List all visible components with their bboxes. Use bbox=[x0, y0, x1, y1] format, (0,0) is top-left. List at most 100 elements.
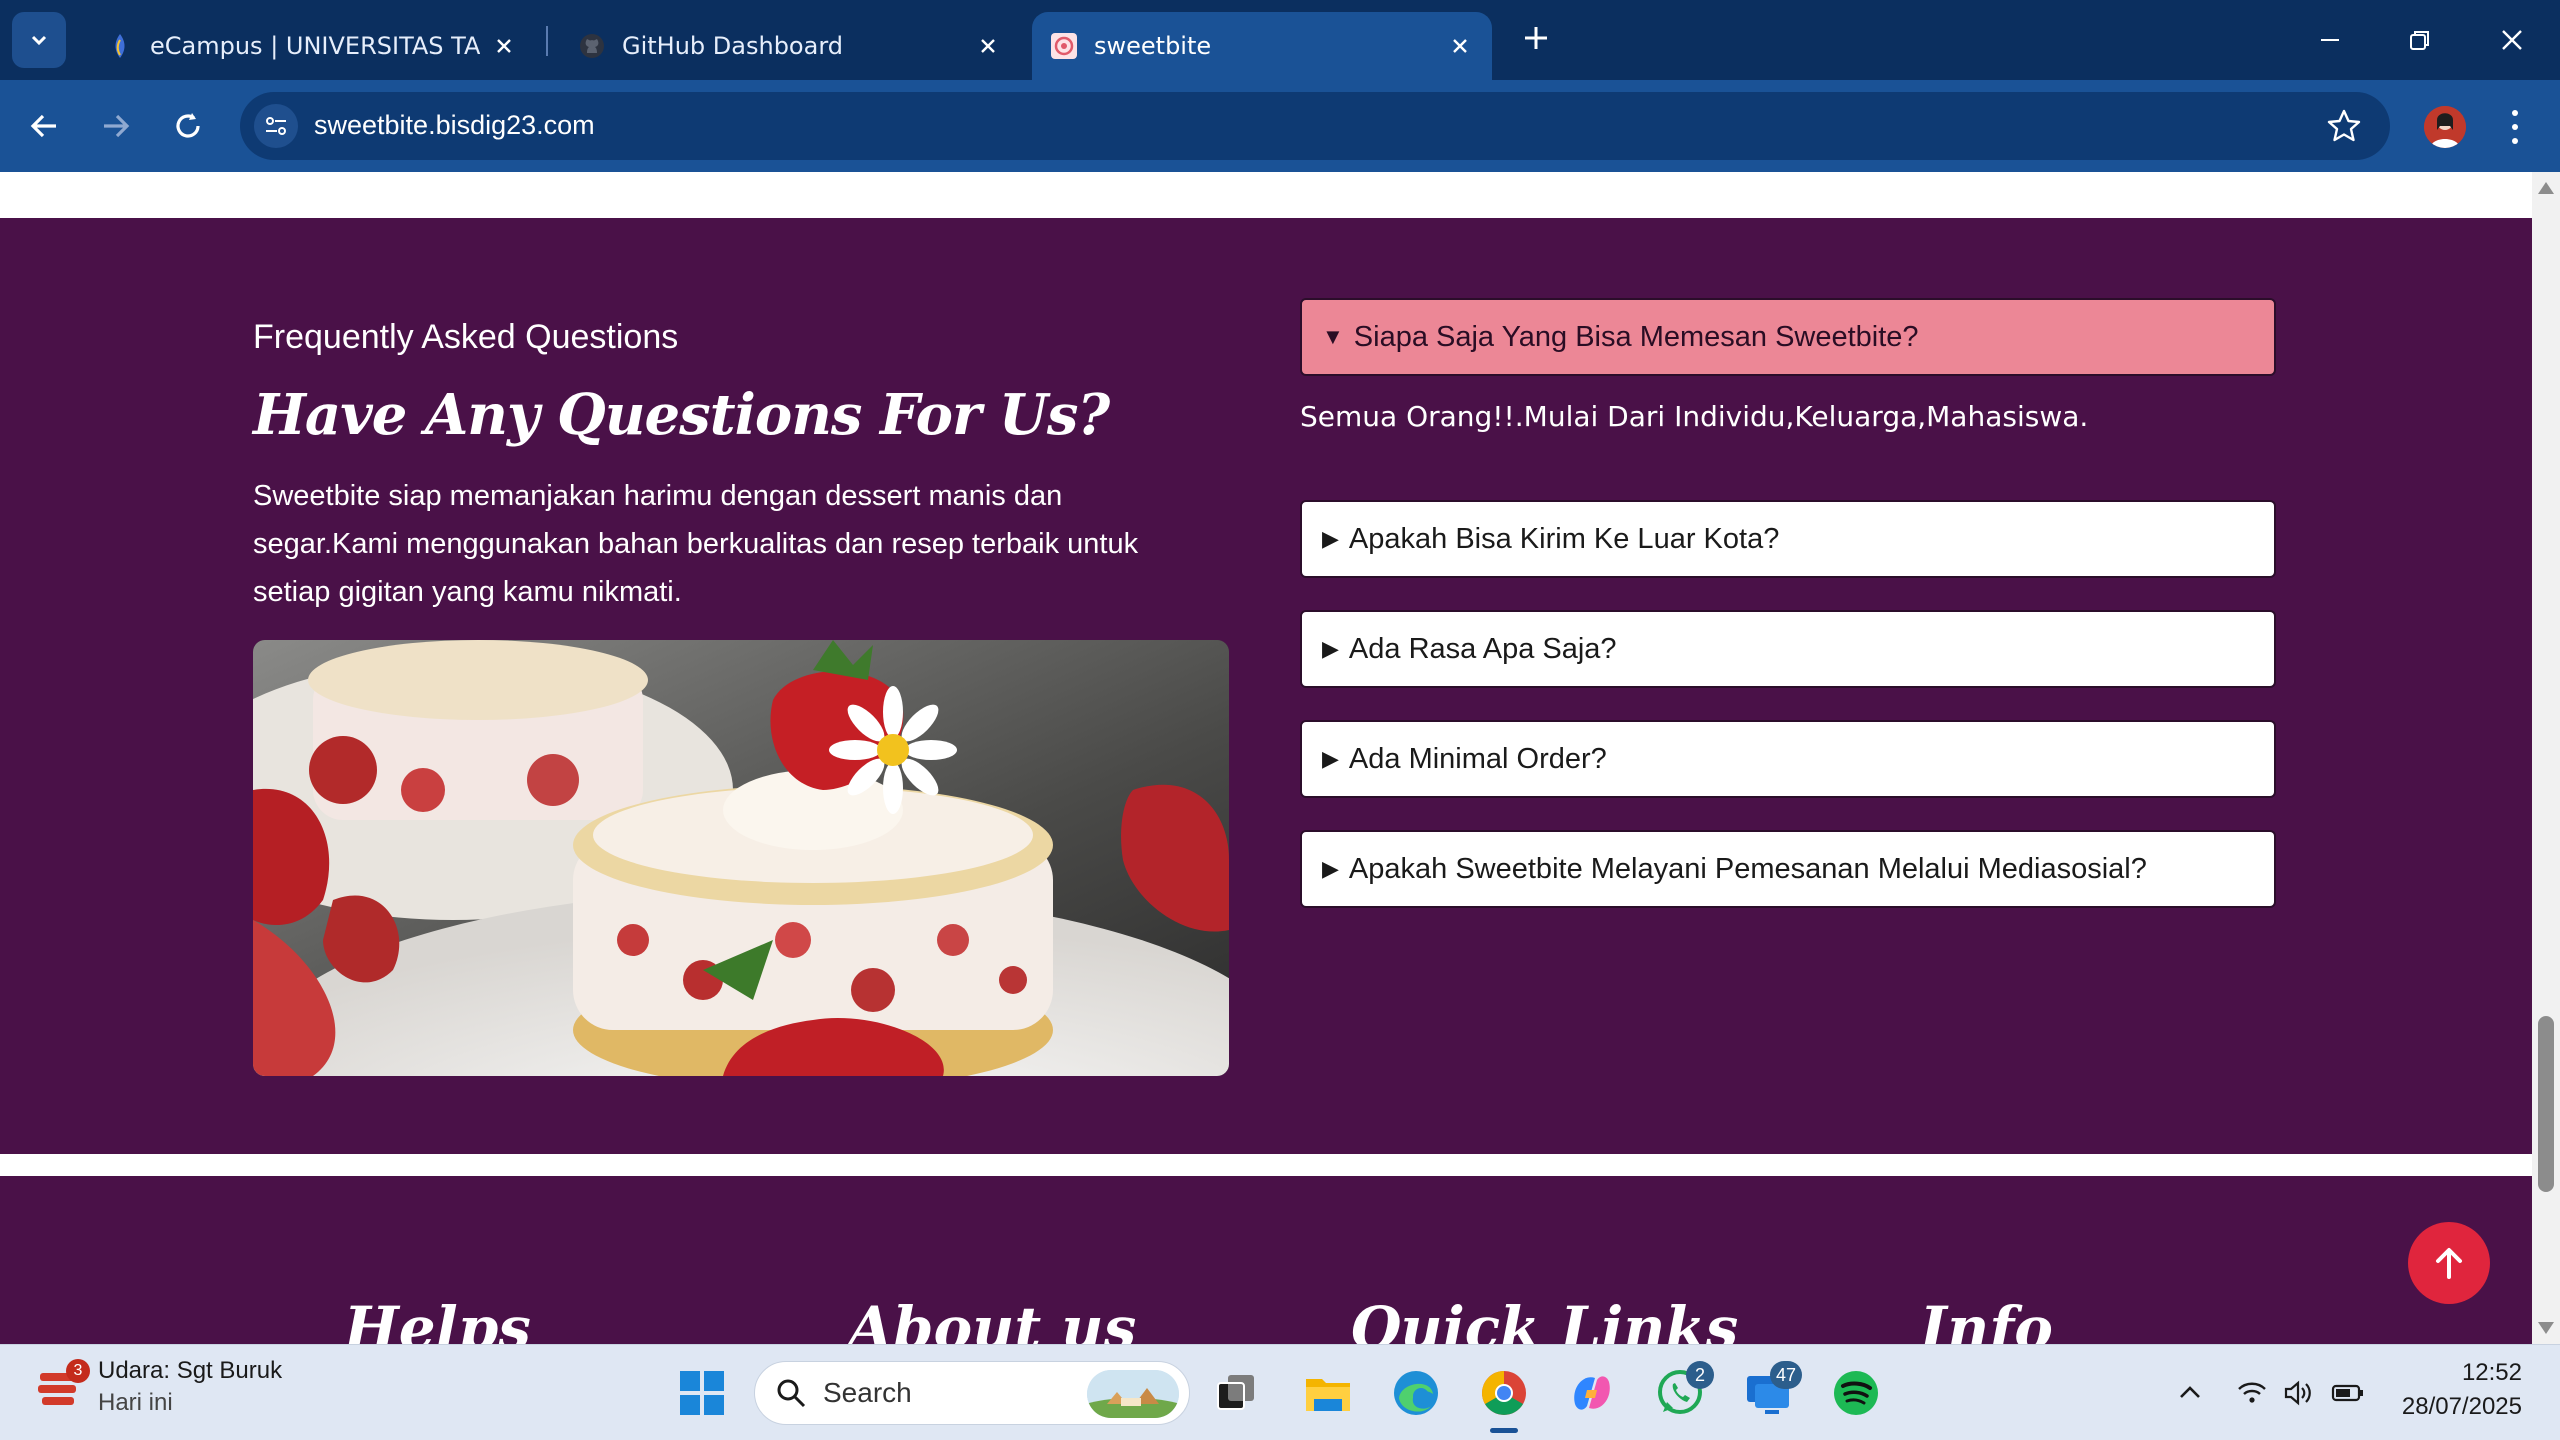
scroll-down-icon[interactable] bbox=[2538, 1322, 2554, 1334]
page-viewport: Frequently Asked Questions Have Any Ques… bbox=[0, 172, 2532, 1344]
search-highlight-image bbox=[1087, 1370, 1179, 1418]
url-text[interactable]: sweetbite.bisdig23.com bbox=[314, 110, 595, 141]
caret-right-icon: ▶ bbox=[1322, 636, 1339, 661]
faq-description: Sweetbite siap memanjakan harimu dengan … bbox=[253, 480, 1139, 608]
footer-heading-about: About us bbox=[848, 1294, 1137, 1344]
clock-time: 12:52 bbox=[2461, 1359, 2522, 1386]
back-button[interactable] bbox=[20, 102, 68, 150]
arrow-right-icon bbox=[104, 114, 130, 138]
caret-down-icon: ▼ bbox=[1322, 324, 1344, 349]
dot bbox=[2512, 110, 2518, 116]
wifi-icon bbox=[2238, 1382, 2266, 1403]
faq-item[interactable]: ▼ Siapa Saja Yang Bisa Memesan Sweetbite… bbox=[1300, 298, 2276, 376]
ecampus-favicon-icon bbox=[115, 34, 125, 58]
active-app-indicator bbox=[1490, 1428, 1518, 1433]
faq-heading: Have Any Questions For Us? bbox=[253, 382, 1110, 448]
restore-button[interactable] bbox=[2392, 14, 2448, 66]
section-divider bbox=[0, 1154, 2532, 1176]
speaker-icon bbox=[2284, 1380, 2311, 1406]
tab-ecampus[interactable]: eCampus | UNIVERSITAS TANGE bbox=[88, 12, 536, 80]
forward-button[interactable] bbox=[92, 102, 140, 150]
page-scrollbar[interactable] bbox=[2532, 172, 2560, 1344]
dessert-photo bbox=[253, 640, 1229, 1076]
faq-question: Ada Rasa Apa Saja? bbox=[1348, 632, 1617, 665]
taskbar-search[interactable]: Search bbox=[754, 1361, 1190, 1425]
browser-menu-button[interactable] bbox=[2500, 106, 2530, 148]
reload-button[interactable] bbox=[164, 102, 212, 150]
battery-button[interactable] bbox=[2320, 1365, 2376, 1421]
faq-item[interactable]: ▶ Ada Minimal Order? bbox=[1300, 720, 2276, 798]
scrollbar-thumb[interactable] bbox=[2538, 1016, 2554, 1192]
avatar-icon bbox=[2424, 106, 2466, 148]
weather-widget[interactable]: 3 Udara: Sgt Buruk Hari ini bbox=[36, 1357, 282, 1417]
sweetbite-favicon-icon bbox=[1051, 33, 1077, 59]
scroll-up-icon[interactable] bbox=[2538, 182, 2554, 194]
caret-right-icon: ▶ bbox=[1322, 746, 1339, 771]
chrome-icon bbox=[1482, 1371, 1526, 1415]
copilot-button[interactable] bbox=[1564, 1365, 1620, 1421]
search-label: Search bbox=[823, 1377, 912, 1408]
profile-avatar[interactable] bbox=[2424, 106, 2466, 148]
dot bbox=[2512, 124, 2518, 130]
section-divider bbox=[0, 172, 2532, 218]
faq-item[interactable]: ▶ Apakah Bisa Kirim Ke Luar Kota? bbox=[1300, 500, 2276, 578]
spotify-button[interactable] bbox=[1828, 1365, 1884, 1421]
close-window-button[interactable] bbox=[2484, 14, 2540, 66]
tab-search-button[interactable] bbox=[12, 12, 66, 68]
tray-overflow-button[interactable] bbox=[2162, 1365, 2218, 1421]
github-icon bbox=[580, 34, 604, 58]
caret-right-icon: ▶ bbox=[1322, 856, 1339, 881]
faq-item[interactable]: ▶ Apakah Sweetbite Melayani Pemesanan Me… bbox=[1300, 830, 2276, 908]
tab-bar: eCampus | UNIVERSITAS TANGE GitHub Dashb… bbox=[0, 0, 2560, 80]
chrome-button[interactable] bbox=[1476, 1365, 1532, 1433]
arrow-left-icon bbox=[30, 114, 56, 138]
arrow-up-icon bbox=[2436, 1248, 2462, 1279]
address-bar[interactable]: sweetbite.bisdig23.com bbox=[240, 92, 2390, 160]
close-icon bbox=[2502, 30, 2522, 50]
browser-toolbar: sweetbite.bisdig23.com bbox=[0, 80, 2560, 172]
footer-heading-quick-links: Quick Links bbox=[1350, 1294, 1739, 1344]
chevron-down-icon bbox=[31, 35, 47, 46]
tab-github[interactable]: GitHub Dashboard bbox=[560, 12, 1020, 80]
clock-date: 28/07/2025 bbox=[2401, 1393, 2522, 1420]
tab-sweetbite[interactable]: sweetbite bbox=[1032, 12, 1492, 80]
whatsapp-badge: 2 bbox=[1686, 1361, 1714, 1389]
close-icon[interactable] bbox=[1446, 32, 1474, 60]
faq-item[interactable]: ▶ Ada Rasa Apa Saja? bbox=[1300, 610, 2276, 688]
faq-kicker: Frequently Asked Questions bbox=[253, 318, 679, 356]
bookmark-star-icon[interactable] bbox=[2326, 108, 2362, 144]
close-icon[interactable] bbox=[974, 32, 1002, 60]
edge-icon bbox=[1394, 1371, 1438, 1415]
edge-button[interactable] bbox=[1388, 1365, 1444, 1421]
tab-title: eCampus | UNIVERSITAS TANGE bbox=[150, 32, 480, 60]
weather-title: Udara: Sgt Buruk bbox=[98, 1357, 283, 1384]
volume-button[interactable] bbox=[2270, 1365, 2326, 1421]
system-clock[interactable]: 12:52 28/07/2025 bbox=[2396, 1359, 2522, 1421]
site-info-icon[interactable] bbox=[254, 104, 298, 148]
back-to-top-button[interactable] bbox=[2408, 1222, 2490, 1304]
whatsapp-button[interactable]: 2 bbox=[1652, 1361, 1714, 1421]
footer-heading-info: Info bbox=[1920, 1294, 2053, 1344]
tab-title: sweetbite bbox=[1094, 32, 1212, 60]
file-explorer-button[interactable] bbox=[1300, 1365, 1356, 1421]
faq-answer: Semua Orang!!.Mulai Dari Individu,Keluar… bbox=[1300, 400, 2089, 433]
minimize-icon bbox=[2321, 39, 2339, 41]
spotify-icon bbox=[1834, 1371, 1878, 1415]
air-quality-icon: 3 bbox=[36, 1359, 90, 1415]
close-icon[interactable] bbox=[490, 32, 518, 60]
windows-start-icon bbox=[680, 1371, 724, 1415]
faq-question: Apakah Bisa Kirim Ke Luar Kota? bbox=[1348, 522, 1780, 555]
caret-right-icon: ▶ bbox=[1322, 526, 1339, 551]
reload-icon bbox=[176, 113, 200, 138]
new-tab-button[interactable] bbox=[1516, 18, 1556, 58]
start-button[interactable] bbox=[674, 1365, 730, 1421]
faq-question: Ada Minimal Order? bbox=[1348, 742, 1607, 775]
task-view-button[interactable] bbox=[1208, 1365, 1264, 1421]
task-view-icon bbox=[1217, 1375, 1254, 1410]
footer-headings: Helps About us Quick Links Info bbox=[0, 1280, 2532, 1344]
minimize-button[interactable] bbox=[2302, 14, 2358, 66]
weather-badge: 3 bbox=[66, 1359, 90, 1383]
weather-subtitle: Hari ini bbox=[98, 1389, 173, 1416]
chevron-up-icon bbox=[2180, 1386, 2200, 1398]
remote-desktop-button[interactable]: 47 bbox=[1740, 1361, 1802, 1421]
